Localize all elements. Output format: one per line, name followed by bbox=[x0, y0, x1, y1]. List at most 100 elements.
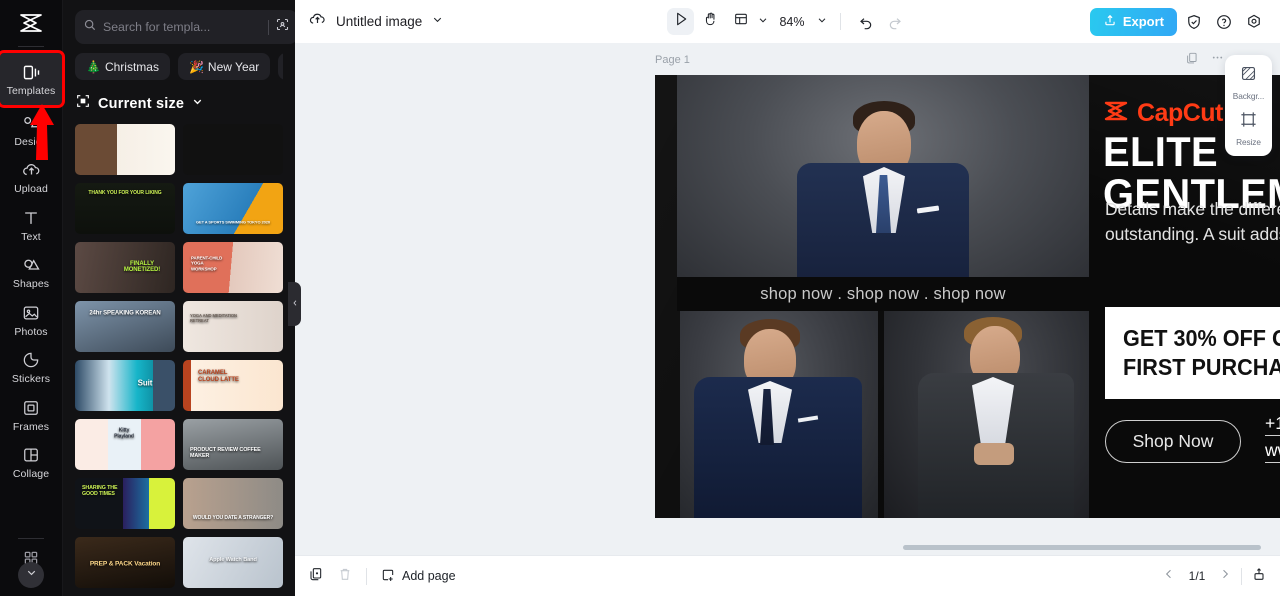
layout-tool-button[interactable] bbox=[727, 8, 754, 35]
settings-gear-icon[interactable] bbox=[1241, 9, 1267, 35]
duplicate-page-icon[interactable] bbox=[1185, 51, 1199, 70]
template-thumbnail[interactable]: SHARING THE GOOD TIMES bbox=[75, 478, 175, 529]
add-page-icon bbox=[380, 567, 396, 586]
shield-check-icon[interactable] bbox=[1181, 9, 1207, 35]
chevron-down-icon bbox=[25, 566, 38, 584]
template-thumbnail[interactable]: PREP & PACK Vacation bbox=[75, 537, 175, 588]
select-tool-button[interactable] bbox=[667, 8, 695, 35]
bottom-divider bbox=[366, 567, 367, 585]
cloud-save-icon[interactable] bbox=[308, 10, 327, 34]
resize-tool-button[interactable]: Resize bbox=[1227, 110, 1271, 147]
page-indicator: 1/1 bbox=[1188, 569, 1206, 583]
export-button[interactable]: Export bbox=[1089, 7, 1177, 36]
capcut-logo-icon bbox=[11, 6, 51, 40]
template-grid[interactable]: THANK YOU FOR YOUR LIKING GET A SPORTS S… bbox=[63, 124, 295, 596]
more-dots-icon[interactable] bbox=[1210, 50, 1225, 70]
chevron-left-icon bbox=[291, 295, 299, 313]
contact-block: +123-456-7890 www.capcut.com bbox=[1265, 413, 1280, 467]
template-thumbnail[interactable]: PARENT-CHILD YOGA WORKSHOP bbox=[183, 242, 283, 293]
template-thumbnail[interactable]: Suit bbox=[75, 360, 175, 411]
template-thumbnail[interactable]: WOULD YOU DATE A STRANGER? bbox=[183, 478, 283, 529]
sidebar-item-shapes[interactable]: Shapes bbox=[3, 248, 59, 295]
model-photo-right[interactable] bbox=[884, 311, 1089, 518]
search-input[interactable] bbox=[103, 20, 262, 34]
chip-emoji: 🎉 bbox=[188, 59, 204, 74]
search-box[interactable] bbox=[75, 10, 295, 44]
template-thumbnail[interactable]: THANK YOU FOR YOUR LIKING bbox=[75, 183, 175, 234]
chevron-down-icon[interactable] bbox=[431, 13, 444, 31]
zoom-chevron-down-icon[interactable] bbox=[816, 13, 828, 31]
template-thumbnail[interactable]: Kitty Playland bbox=[75, 419, 175, 470]
template-thumbnail[interactable] bbox=[75, 124, 175, 175]
layout-panel-icon bbox=[733, 11, 749, 32]
export-page-icon[interactable] bbox=[1251, 566, 1267, 587]
sidebar-item-design[interactable]: Design bbox=[3, 106, 59, 153]
bottom-toolbar: Add page 1/1 bbox=[295, 555, 1280, 596]
shapes-icon bbox=[20, 254, 42, 276]
sidebar-item-label: Text bbox=[21, 230, 41, 243]
sidebar-item-frames[interactable]: Frames bbox=[3, 391, 59, 438]
layout-chevron-down-icon[interactable] bbox=[757, 13, 769, 31]
chip-emoji: 🎄 bbox=[86, 59, 101, 74]
canvas-stage[interactable]: Page 1 shop now . shop now . shop now Ca… bbox=[295, 43, 1280, 555]
photo-collage: shop now . shop now . shop now bbox=[677, 75, 1089, 518]
add-page-button[interactable]: Add page bbox=[380, 567, 456, 586]
upload-cloud-icon bbox=[20, 159, 42, 181]
redo-button[interactable] bbox=[882, 9, 908, 35]
template-thumbnail[interactable]: GET A SPORTS SWIMMING TOKYO 2020 bbox=[183, 183, 283, 234]
horizontal-scrollbar[interactable] bbox=[903, 545, 1261, 550]
resize-frame-icon bbox=[75, 93, 91, 114]
cursor-arrow-icon bbox=[673, 11, 689, 32]
model-photo-left[interactable] bbox=[680, 311, 878, 518]
template-thumbnail[interactable]: YOGA AND MEDITATION RETREAT bbox=[183, 301, 283, 352]
sidebar-item-collage[interactable]: Collage bbox=[3, 438, 59, 485]
model-photo-main[interactable] bbox=[677, 75, 1089, 288]
help-circle-icon[interactable] bbox=[1211, 9, 1237, 35]
capcut-brand-icon bbox=[1103, 100, 1129, 127]
template-thumbnail[interactable]: 24hr SPEAKING KOREAN bbox=[75, 301, 175, 352]
collage-icon bbox=[20, 444, 42, 466]
panel-collapse-handle[interactable] bbox=[288, 282, 301, 326]
sidebar-item-stickers[interactable]: Stickers bbox=[3, 343, 59, 390]
document-title[interactable]: Untitled image bbox=[336, 14, 422, 29]
design-icon bbox=[20, 112, 42, 134]
sidebar-item-text[interactable]: Text bbox=[3, 201, 59, 248]
search-icon bbox=[83, 18, 97, 37]
template-thumbnail[interactable]: PRODUCT REVIEW COFFEE MAKER bbox=[183, 419, 283, 470]
chip-christmas[interactable]: 🎄 Christmas bbox=[75, 53, 170, 80]
template-caption: WOULD YOU DATE A STRANGER? bbox=[192, 514, 274, 521]
sidebar-item-upload[interactable]: Upload bbox=[3, 153, 59, 200]
bottom-right-actions: 1/1 bbox=[1162, 566, 1267, 587]
chevron-right-icon[interactable] bbox=[1218, 567, 1232, 586]
bottom-left-actions: Add page bbox=[308, 566, 456, 587]
chip-most[interactable]: Mos bbox=[278, 53, 283, 80]
toolbar-left: Untitled image bbox=[308, 10, 444, 34]
image-scan-icon[interactable] bbox=[275, 17, 290, 37]
chevron-left-icon[interactable] bbox=[1162, 567, 1176, 586]
zoom-level-label[interactable]: 84% bbox=[779, 15, 804, 29]
toolbar-divider bbox=[839, 13, 841, 30]
offer-box[interactable]: GET 30% OFF ON YOUR FIRST PURCHASE ALL I… bbox=[1105, 307, 1280, 399]
template-caption: YOGA AND MEDITATION RETREAT bbox=[190, 313, 237, 324]
hand-tool-button[interactable] bbox=[697, 8, 724, 35]
template-caption: Suit bbox=[137, 378, 153, 388]
template-thumbnail[interactable]: CARAMEL CLOUD LATTE bbox=[183, 360, 283, 411]
resize-tool-label: Resize bbox=[1236, 137, 1261, 147]
duplicate-icon[interactable] bbox=[308, 566, 324, 587]
template-caption: PRODUCT REVIEW COFFEE MAKER bbox=[190, 446, 261, 459]
undo-button[interactable] bbox=[853, 9, 879, 35]
design-artboard[interactable]: shop now . shop now . shop now CapCut EL… bbox=[655, 75, 1280, 518]
design-subtext: Details make the difference between good… bbox=[1105, 199, 1280, 244]
template-thumbnail[interactable]: Apple Watch Band bbox=[183, 537, 283, 588]
template-thumbnail[interactable] bbox=[183, 124, 283, 175]
sidebar-item-photos[interactable]: Photos bbox=[3, 296, 59, 343]
sidebar-expand-button[interactable] bbox=[18, 562, 44, 588]
sidebar-item-label: Stickers bbox=[11, 373, 51, 385]
shop-now-button[interactable]: Shop Now bbox=[1105, 420, 1241, 463]
trash-icon[interactable] bbox=[337, 566, 353, 587]
background-tool-button[interactable]: Backgr... bbox=[1227, 64, 1271, 101]
current-size-selector[interactable]: Current size bbox=[75, 93, 283, 114]
sidebar-item-templates[interactable]: Templates bbox=[0, 50, 65, 108]
chip-new-year[interactable]: 🎉 New Year bbox=[177, 53, 271, 80]
template-thumbnail[interactable]: FINALLY MONETIZED! bbox=[75, 242, 175, 293]
